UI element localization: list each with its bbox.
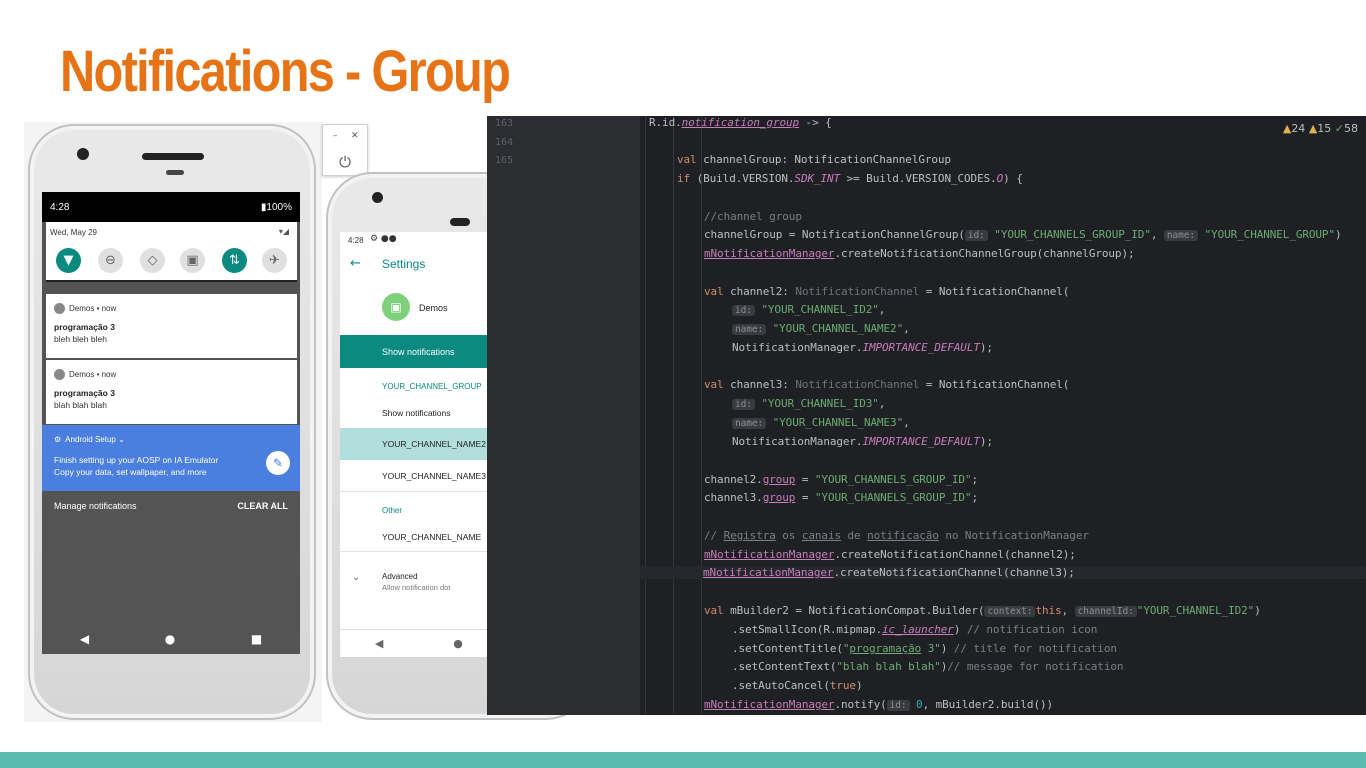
code-line: val channel2: NotificationChannel = Noti… [704, 285, 1070, 298]
advanced-sub: Allow notification dot [382, 583, 451, 592]
clock: 4:28 [348, 236, 364, 245]
code-comment: //channel group [704, 210, 802, 223]
close-icon[interactable]: ✕ [351, 131, 359, 141]
speaker-grille [142, 153, 204, 160]
data-tile-icon[interactable]: ⇅ [222, 248, 247, 273]
code-line: R.id.notification_group -> { [649, 116, 832, 129]
notification-title: programação 3 [54, 322, 115, 332]
code-line: channel2.group = "YOUR_CHANNELS_GROUP_ID… [704, 473, 978, 486]
code-line: id: "YOUR_CHANNEL_ID2", [732, 303, 885, 316]
code-line: val channel3: NotificationChannel = Noti… [704, 378, 1070, 391]
sensor [166, 170, 184, 175]
code-line: val channelGroup: NotificationChannelGro… [677, 153, 951, 166]
code-line: name: "YOUR_CHANNEL_NAME3", [732, 416, 910, 429]
power-icon[interactable]: ⏻ [323, 153, 367, 171]
magic-wand-icon[interactable]: ✎ [266, 451, 290, 475]
settings-title: Settings [382, 257, 426, 271]
back-icon[interactable]: ◀ [375, 637, 383, 650]
wifi-tile-icon[interactable]: ▼ [56, 248, 81, 273]
code-line: .setContentText("blah blah blah")// mess… [732, 660, 1124, 673]
code-line: NotificationManager.IMPORTANCE_DEFAULT); [732, 435, 993, 448]
code-line: if (Build.VERSION.SDK_INT >= Build.VERSI… [677, 172, 1023, 185]
code-line: .setSmallIcon(R.mipmap.ic_launcher) // n… [732, 623, 1098, 636]
code-line: mNotificationManager.createNotificationC… [704, 548, 1076, 561]
weak-warning-icon: ▲ [1308, 122, 1318, 135]
show-notifications-label: Show notifications [382, 347, 455, 357]
line-number: 163 [495, 118, 514, 129]
back-arrow-icon[interactable]: ← [350, 256, 361, 271]
gear-icon: ⚙ [54, 435, 62, 444]
setup-app: ⚙ Android Setup ⌄ [54, 435, 125, 444]
airplane-tile-icon[interactable]: ✈ [262, 248, 287, 273]
code-line: name: "YOUR_CHANNEL_NAME2", [732, 322, 910, 335]
code-line: .setAutoCancel(true) [732, 679, 863, 692]
code-editor: 163 164 165 ▲24 ▲15 ✓58 R.id.notificatio… [487, 116, 1366, 715]
minimize-icon[interactable]: – [333, 131, 338, 141]
manage-notifications-link[interactable]: Manage notifications [54, 501, 137, 511]
notification-app: Demos • now [54, 369, 116, 380]
code-comment: // Registra os canais de notificação no … [704, 529, 1089, 542]
app-icon [54, 369, 65, 380]
notification-card-2[interactable]: Demos • now programação 3 blah blah blah [46, 360, 297, 424]
home-icon[interactable]: ● [453, 637, 463, 650]
emulator-1-controls: – ✕ ⏻ [322, 124, 368, 176]
code-line: mNotificationManager.notify(id: 0, mBuil… [704, 698, 1054, 711]
channel-name-3: YOUR_CHANNEL_NAME3 [382, 471, 486, 481]
date-text: Wed, May 29 [50, 228, 97, 237]
recents-icon[interactable]: ■ [251, 632, 262, 646]
channel-name-2: YOUR_CHANNEL_NAME2 [382, 439, 486, 449]
notification-card-1[interactable]: Demos • now programação 3 bleh bleh bleh [46, 294, 297, 358]
android-app-icon: ▣ [382, 293, 410, 321]
line-number: 165 [495, 155, 514, 166]
setup-body: Copy your data, set wallpaper, and more [54, 467, 207, 477]
code-line: id: "YOUR_CHANNEL_ID3", [732, 397, 885, 410]
signal-icon: ▾◢ [278, 227, 289, 236]
status-icons: ⚙ ●● [370, 234, 397, 244]
setup-notification[interactable]: ⚙ Android Setup ⌄ Finish setting up your … [42, 425, 300, 491]
clear-all-button[interactable]: CLEAR ALL [237, 501, 288, 511]
back-icon[interactable]: ◀ [80, 632, 89, 646]
other-header: Other [382, 506, 403, 515]
code-line: val mBuilder2 = NotificationCompat.Build… [704, 604, 1261, 617]
code-line-current: mNotificationManager.createNotificationC… [640, 566, 1366, 579]
home-icon[interactable]: ● [165, 632, 175, 646]
bottom-accent-bar [0, 752, 1366, 768]
channel-name-default: YOUR_CHANNEL_NAME [382, 532, 482, 542]
phone-1-screen: 4:28 ▮100% Wed, May 29 ▾◢ ▼ ⊖ ◇ ▣ ⇅ ✈ De… [42, 192, 300, 654]
check-icon: ✓ [1334, 122, 1344, 135]
front-camera [372, 192, 383, 203]
nav-bar: ◀ ● ■ [42, 624, 300, 654]
notification-body: bleh bleh bleh [54, 334, 107, 344]
editor-gutter: 163 164 165 [487, 116, 640, 715]
line-number: 164 [495, 137, 514, 148]
slide-title: Notifications - Group [60, 39, 511, 104]
inspection-widget[interactable]: ▲24 ▲15 ✓58 [1283, 122, 1358, 135]
front-camera [77, 148, 89, 160]
code-line: NotificationManager.IMPORTANCE_DEFAULT); [732, 341, 993, 354]
setup-title: Finish setting up your AOSP on IA Emulat… [54, 455, 219, 465]
group-header: YOUR_CHANNEL_GROUP [382, 382, 482, 391]
app-icon [54, 303, 65, 314]
code-line: channelGroup = NotificationChannelGroup(… [704, 228, 1342, 241]
notification-app: Demos • now [54, 303, 116, 314]
rotate-tile-icon[interactable]: ◇ [140, 248, 165, 273]
dnd-tile-icon[interactable]: ⊖ [98, 248, 123, 273]
group-show-label: Show notifications [382, 408, 451, 418]
notification-body: blah blah blah [54, 400, 107, 410]
speaker-grille [450, 218, 470, 226]
chevron-down-icon: ⌄ [352, 572, 361, 583]
advanced-label: Advanced [382, 572, 418, 581]
status-bar: 4:28 ▮100% [42, 192, 300, 222]
code-line: mNotificationManager.createNotificationC… [704, 247, 1135, 260]
slide: Notifications - Group – ✕ ⏻ 4:28 ▮100% W… [0, 0, 1366, 768]
quick-settings-panel: Wed, May 29 ▾◢ ▼ ⊖ ◇ ▣ ⇅ ✈ [46, 222, 297, 282]
code-line: channel3.group = "YOUR_CHANNELS_GROUP_ID… [704, 491, 978, 504]
battery-saver-tile-icon[interactable]: ▣ [180, 248, 205, 273]
battery-level: ▮100% [260, 202, 292, 213]
code-line: .setContentTitle("programação 3") // tit… [732, 642, 1117, 655]
clock: 4:28 [50, 202, 70, 213]
app-name: Demos [419, 303, 448, 313]
notification-title: programação 3 [54, 388, 115, 398]
